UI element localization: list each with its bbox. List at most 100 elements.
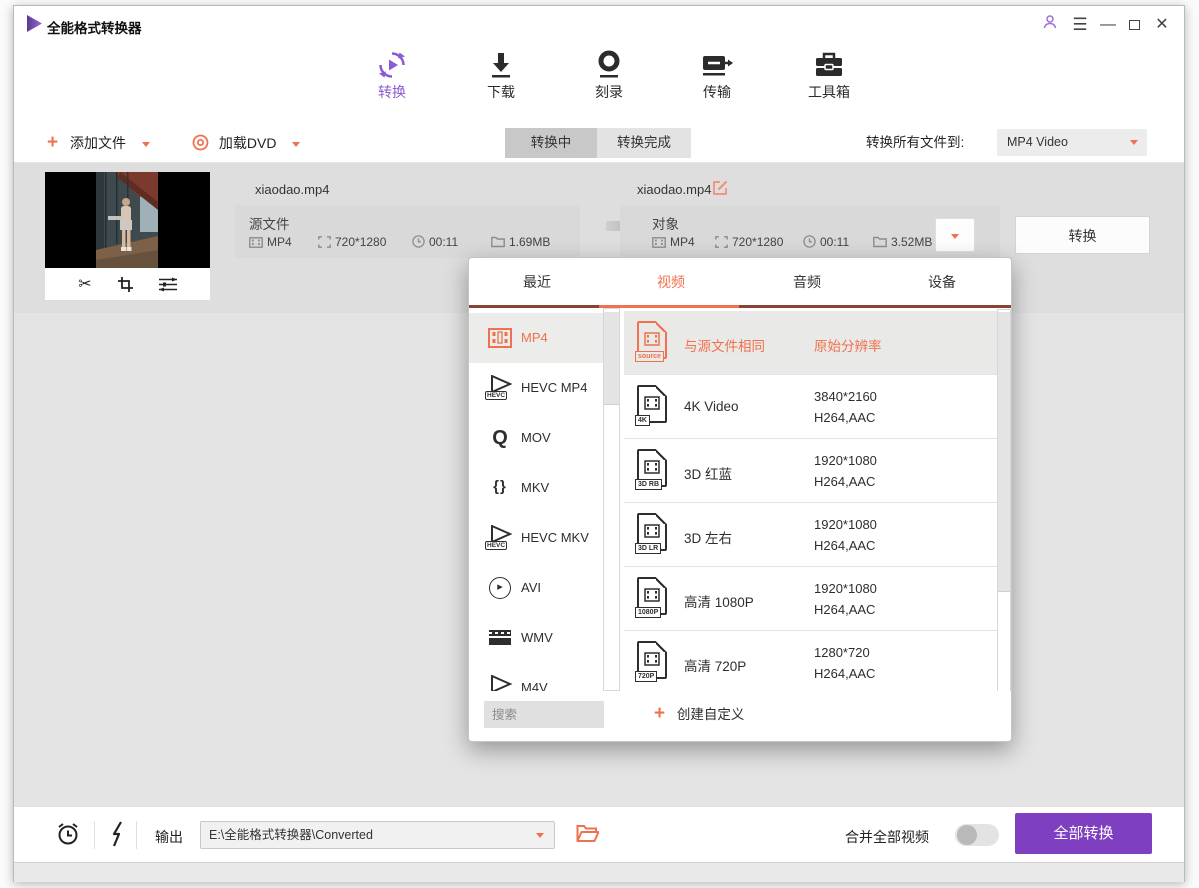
- clock-icon: [803, 235, 816, 248]
- person-icon: [1042, 14, 1058, 30]
- format-item-avi[interactable]: ▸ AVI: [469, 563, 603, 613]
- minimize-button[interactable]: —: [1096, 14, 1120, 36]
- add-files-button[interactable]: + 添加文件: [47, 123, 150, 163]
- format-item-hevc-mkv[interactable]: HEVC HEVC MKV: [469, 513, 603, 563]
- merge-toggle[interactable]: [955, 824, 999, 846]
- source-resolution-chip: 720*1280: [318, 235, 386, 249]
- menu-button[interactable]: ☰: [1068, 14, 1092, 36]
- scrollbar-thumb[interactable]: [998, 312, 1010, 592]
- preset-same-as-source[interactable]: source 与源文件相同 原始分辨率: [624, 311, 997, 375]
- tab-label: 下载: [487, 84, 515, 100]
- video-thumbnail: ✂: [45, 172, 210, 300]
- plus-icon: +: [47, 132, 58, 153]
- preset-specs: 1280*720H264,AAC: [814, 642, 875, 684]
- mp4-film-icon: [485, 325, 515, 351]
- preset-specs: 1920*1080H264,AAC: [814, 514, 877, 556]
- close-icon: ✕: [1155, 16, 1168, 33]
- search-input[interactable]: [484, 701, 604, 728]
- preset-3d-left-right[interactable]: 3D LR 3D 左右 1920*1080H264,AAC: [624, 503, 997, 567]
- tab-converted[interactable]: 转换完成: [597, 128, 691, 158]
- video-format-icon: 4K: [637, 385, 667, 423]
- clip-toolbar: ✂: [45, 268, 210, 300]
- create-custom-button[interactable]: + 创建自定义: [654, 694, 744, 734]
- convert-button[interactable]: 转换: [1015, 216, 1150, 254]
- output-path-value: E:\全能格式转换器\Converted: [209, 828, 373, 842]
- format-list-scrollbar[interactable]: [603, 308, 620, 691]
- boost-icon[interactable]: [110, 821, 126, 847]
- maximize-button[interactable]: [1122, 14, 1146, 36]
- output-path-select[interactable]: E:\全能格式转换器\Converted: [200, 821, 555, 849]
- output-label: 输出: [155, 827, 183, 847]
- tab-convert[interactable]: 转换: [347, 46, 437, 116]
- preset-hd-720p[interactable]: 720P 高清 720P 1280*720H264,AAC: [624, 631, 997, 695]
- preset-name: 高清 720P: [684, 655, 746, 675]
- format-label: HEVC MP4: [521, 380, 587, 395]
- panel-tab-video[interactable]: 视频: [621, 258, 721, 306]
- source-section-label: 源文件: [249, 213, 290, 233]
- panel-tab-recent[interactable]: 最近: [487, 258, 587, 306]
- film-icon: [249, 237, 263, 248]
- format-item-wmv[interactable]: WMV: [469, 613, 603, 663]
- preset-name: 3D 左右: [684, 527, 732, 547]
- app-window: 全能格式转换器 ☰ — ✕ 转换: [13, 5, 1185, 882]
- tab-burn[interactable]: 刻录: [564, 46, 654, 116]
- chevron-down-icon: [536, 833, 544, 838]
- app-title: 全能格式转换器: [47, 17, 142, 37]
- dvd-icon: [192, 134, 209, 151]
- folder-icon: [491, 236, 505, 248]
- source-duration-chip: 00:11: [412, 235, 458, 249]
- tab-label: 工具箱: [808, 84, 850, 100]
- format-label: MKV: [521, 480, 549, 495]
- format-item-mp4[interactable]: MP4: [469, 313, 603, 363]
- preset-specs: 1920*1080H264,AAC: [814, 450, 877, 492]
- status-strip: [14, 862, 1184, 882]
- crop-icon[interactable]: [118, 277, 133, 292]
- convert-all-button[interactable]: 全部转换: [1015, 813, 1152, 854]
- rename-icon[interactable]: [712, 179, 729, 196]
- hevc-play-icon: HEVC: [485, 375, 515, 401]
- tab-converting[interactable]: 转换中: [505, 128, 597, 158]
- preset-4k-video[interactable]: 4K 4K Video 3840*2160H264,AAC: [624, 375, 997, 439]
- preset-3d-red-blue[interactable]: 3D RB 3D 红蓝 1920*1080H264,AAC: [624, 439, 997, 503]
- format-label: MP4: [521, 330, 548, 345]
- clock-icon: [412, 235, 425, 248]
- format-item-mov[interactable]: Q MOV: [469, 413, 603, 463]
- effects-icon[interactable]: [159, 277, 177, 292]
- format-label: AVI: [521, 580, 541, 595]
- chevron-down-icon: [1130, 140, 1138, 145]
- tab-toolbox[interactable]: 工具箱: [784, 46, 874, 116]
- panel-bottom-bar: + 创建自定义: [469, 691, 1011, 742]
- tab-download[interactable]: 下载: [456, 46, 546, 116]
- format-label: HEVC MKV: [521, 530, 589, 545]
- mkv-icon: {}: [485, 475, 515, 501]
- load-dvd-label: 加载DVD: [219, 135, 277, 151]
- scrollbar-thumb[interactable]: [604, 312, 619, 405]
- toolbar: + 添加文件 加载DVD 转换中 转换完成 转换所有文件到: MP4 Video: [14, 123, 1184, 163]
- footer-bar: 输出 E:\全能格式转换器\Converted 合并全部视频 全部转换: [14, 806, 1184, 862]
- panel-tab-audio[interactable]: 音频: [757, 258, 857, 306]
- tab-label: 刻录: [595, 84, 623, 100]
- main-nav: 转换 下载 刻录: [14, 42, 1184, 123]
- load-dvd-button[interactable]: 加载DVD: [192, 123, 300, 163]
- format-item-mkv[interactable]: {} MKV: [469, 463, 603, 513]
- tab-transfer[interactable]: 传输: [672, 46, 762, 116]
- open-folder-icon[interactable]: [576, 824, 599, 843]
- output-format-select[interactable]: MP4 Video: [997, 129, 1147, 156]
- format-label: MOV: [521, 430, 551, 445]
- format-item-m4v[interactable]: M4V: [469, 663, 603, 691]
- preset-hd-1080p[interactable]: 1080P 高清 1080P 1920*1080H264,AAC: [624, 567, 997, 631]
- account-button[interactable]: [1038, 14, 1062, 36]
- preset-list-scrollbar[interactable]: [997, 309, 1011, 699]
- preset-specs: 3840*2160H264,AAC: [814, 386, 877, 428]
- target-resolution-chip: 720*1280: [715, 235, 783, 249]
- target-format-dropdown-button[interactable]: [935, 218, 975, 252]
- panel-tab-device[interactable]: 设备: [892, 258, 992, 306]
- tab-label: 传输: [703, 84, 731, 100]
- video-preview-image: [96, 172, 158, 268]
- add-files-label: 添加文件: [70, 135, 126, 151]
- schedule-icon[interactable]: [55, 821, 81, 847]
- trim-icon[interactable]: ✂: [78, 274, 91, 294]
- close-button[interactable]: ✕: [1150, 14, 1174, 36]
- format-item-hevc-mp4[interactable]: HEVC HEVC MP4: [469, 363, 603, 413]
- app-logo-icon: [25, 14, 44, 33]
